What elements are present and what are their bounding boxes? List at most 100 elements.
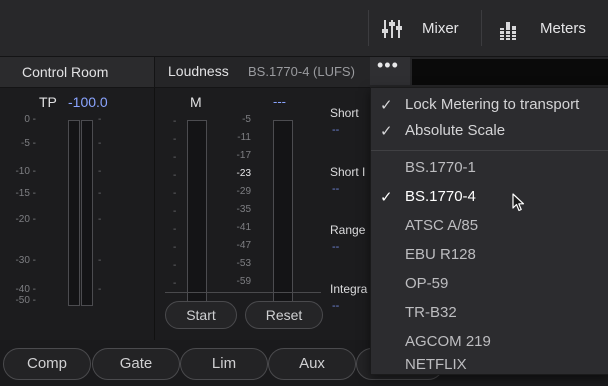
check-icon: ✓	[380, 97, 393, 114]
mixer-label: Mixer	[422, 20, 459, 37]
meters-label: Meters	[540, 20, 586, 37]
tick-mark: -	[98, 214, 102, 225]
meters-icon	[500, 18, 520, 45]
mixer-icon	[382, 18, 402, 45]
tick-mark: -	[173, 242, 177, 253]
tp-label: TP	[39, 94, 57, 110]
scale-label: -30 -	[15, 255, 36, 266]
loudness-scale-label: -47	[236, 240, 251, 251]
check-icon: ✓	[380, 123, 393, 140]
loudness-title: Loudness	[168, 63, 229, 79]
toolbar-divider	[368, 10, 369, 46]
range-value: --	[332, 241, 340, 253]
header-blank-field	[412, 59, 608, 85]
menu-separator	[371, 150, 608, 151]
tick-mark: -	[98, 188, 102, 199]
start-button[interactable]: Start	[165, 301, 237, 329]
loudness-standard: BS.1770-4 (LUFS)	[248, 64, 355, 79]
tick-mark: -	[173, 134, 177, 145]
menu-item-label: BS.1770-1	[405, 159, 476, 176]
menu-item-bs1770-4[interactable]: ✓ BS.1770-4	[371, 184, 608, 210]
loudness-scale-label: -17	[236, 150, 251, 161]
scale-label: -50 -	[15, 295, 36, 306]
loudness-scale-label: -5	[242, 114, 251, 125]
tab-gate[interactable]: Gate	[92, 348, 180, 380]
menu-item-label: BS.1770-4	[405, 188, 476, 205]
short-label: Short	[330, 106, 359, 120]
mixer-button[interactable]: Mixer	[370, 12, 478, 46]
menu-item-atsc-a85[interactable]: ATSC A/85	[371, 213, 608, 239]
mouse-cursor-icon	[512, 193, 526, 218]
short-integrated-label: Short I	[330, 165, 366, 179]
menu-item-netflix[interactable]: NETFLIX	[371, 346, 608, 373]
tp-value: -100.0	[68, 94, 108, 110]
menu-item-label: OP-59	[405, 275, 449, 292]
tab-lim[interactable]: Lim	[180, 348, 268, 380]
menu-item-label: EBU R128	[405, 246, 476, 263]
tick-mark: -	[173, 170, 177, 181]
loudness-scale-label: -23	[236, 168, 251, 179]
tp-meter-right	[81, 120, 93, 306]
loudness-scale-label: -29	[236, 186, 251, 197]
menu-item-label: Absolute Scale	[405, 122, 506, 139]
menu-item-label: NETFLIX	[405, 356, 467, 373]
menu-item-label: TR-B32	[405, 304, 457, 321]
short-value: --	[332, 124, 340, 136]
short-integrated-value: --	[332, 183, 340, 195]
loudness-scale-label: -11	[237, 132, 251, 143]
tick-mark: -	[98, 114, 102, 125]
reset-button[interactable]: Reset	[245, 301, 323, 329]
tick-mark: -	[98, 166, 102, 177]
control-room-header: Control Room	[0, 57, 155, 87]
integrated-value: --	[332, 300, 340, 312]
loudness-scale-label: -53	[236, 258, 251, 269]
menu-item-label: Lock Metering to transport	[405, 96, 580, 113]
scale-label: -20 -	[15, 214, 36, 225]
meter-divider	[165, 292, 321, 293]
momentary-meter	[187, 120, 207, 316]
m-value: ---	[273, 94, 286, 109]
loudness-options-button[interactable]: •••	[370, 55, 410, 85]
loudness-options-menu: ✓ Lock Metering to transport ✓ Absolute …	[370, 87, 608, 375]
tab-aux[interactable]: Aux	[268, 348, 356, 380]
menu-item-label: ATSC A/85	[405, 217, 479, 234]
tick-mark: -	[173, 278, 177, 289]
tick-mark: -	[98, 255, 102, 266]
menu-item-tr-b32[interactable]: TR-B32	[371, 300, 608, 326]
top-toolbar: Mixer Meters	[0, 0, 608, 57]
meters-header-row: Control Room Loudness BS.1770-4 (LUFS) •…	[0, 55, 608, 88]
tick-mark: -	[173, 260, 177, 271]
tick-mark: -	[173, 152, 177, 163]
menu-item-absolute-scale[interactable]: ✓ Absolute Scale	[371, 118, 608, 144]
range-label: Range	[330, 223, 366, 237]
scale-label: 0 -	[24, 114, 36, 125]
scale-label: -10 -	[15, 166, 36, 177]
more-icon: •••	[377, 55, 399, 75]
toolbar-divider	[481, 10, 482, 46]
short-term-meter	[273, 120, 293, 316]
scale-label: -15 -	[15, 188, 36, 199]
tab-comp[interactable]: Comp	[3, 348, 91, 380]
tp-meter-left	[68, 120, 80, 306]
loudness-scale-label: -35	[236, 204, 251, 215]
meters-button[interactable]: Meters	[484, 12, 608, 46]
loudness-scale-label: -41	[236, 222, 251, 233]
tick-mark: -	[173, 188, 177, 199]
tick-mark: -	[98, 284, 102, 295]
m-label: M	[190, 94, 202, 110]
integrated-label: Integra	[330, 282, 368, 296]
tick-mark: -	[173, 206, 177, 217]
menu-item-ebu-r128[interactable]: EBU R128	[371, 242, 608, 268]
menu-item-lock-metering[interactable]: ✓ Lock Metering to transport	[371, 92, 608, 118]
scale-label: -40 -	[15, 284, 36, 295]
menu-item-bs1770-1[interactable]: BS.1770-1	[371, 155, 608, 181]
loudness-scale-label: -59	[236, 276, 251, 287]
scale-label: -5 -	[21, 138, 36, 149]
check-icon: ✓	[380, 189, 393, 206]
menu-item-op-59[interactable]: OP-59	[371, 271, 608, 297]
control-room-panel: TP -100.0 0 - -5 - -10 - -15 - -20 - -30…	[0, 88, 155, 340]
tick-mark: -	[173, 224, 177, 235]
tick-mark: -	[173, 116, 177, 127]
control-room-title: Control Room	[22, 64, 109, 80]
tick-mark: -	[98, 138, 102, 149]
